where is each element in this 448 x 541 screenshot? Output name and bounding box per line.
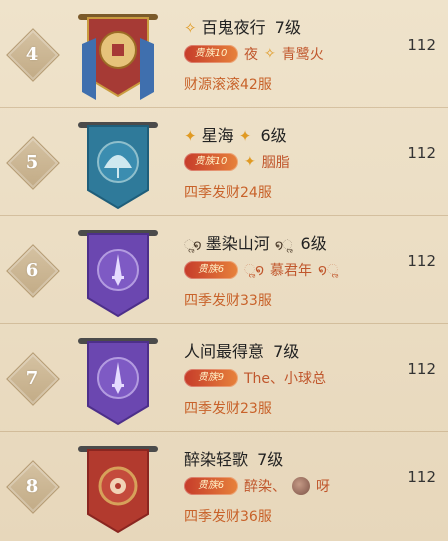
guild-name-line: 人间最得意 7级 — [184, 338, 388, 362]
ranking-row[interactable]: 4 ✧ 百鬼夜行 7级 贵族10 夜 ✧ 青鹭火 财源滚滚42服 112 — [0, 0, 448, 108]
vip-badge: 贵族6 — [184, 261, 238, 279]
guild-name-line: ✧ 百鬼夜行 7级 — [184, 14, 388, 38]
leader-line: 贵族9 The、小球总 — [184, 368, 388, 388]
guild-banner — [74, 332, 162, 428]
guild-level: 7级 — [257, 450, 284, 469]
ranking-row[interactable]: 7 人间最得意 7级 贵族9 The、小球总 四季发财23服 112 — [0, 324, 448, 432]
server-name: 四季发财36服 — [184, 509, 272, 525]
vip-badge: 贵族6 — [184, 477, 238, 495]
ranking-row[interactable]: 5 ✦ 星海 ✦ 6级 贵族10 ✦ 胭脂 四季发财24服 112 — [0, 108, 448, 216]
guild-banner — [74, 224, 162, 320]
guild-banner — [74, 116, 162, 212]
guild-level: 6级 — [300, 234, 327, 253]
guild-name-line: 醉染轻歌 7级 — [184, 446, 388, 470]
swirl-icon: ૢ໑ — [244, 262, 265, 278]
server-name: 四季发财24服 — [184, 185, 272, 201]
guild-name: 星海 — [201, 126, 234, 145]
banner-coin-icon — [78, 14, 158, 100]
ranking-row[interactable]: 6 ૢ໑ 墨染山河 ໑ૢ 6级 贵族6 ૢ໑ 慕君年 ໑ૢ 四季发财33服 11… — [0, 216, 448, 324]
guild-level: 7级 — [273, 342, 300, 361]
cookie-icon — [292, 477, 310, 495]
sparkle-icon: ✦ — [238, 127, 252, 145]
leader-name-tail: 呀 — [316, 479, 330, 495]
score: 112 — [407, 468, 436, 486]
score: 112 — [407, 360, 436, 378]
guild-name-line: ✦ 星海 ✦ 6级 — [184, 122, 388, 146]
leader-line: 贵族6 醉染、 呀 — [184, 476, 388, 496]
swirl-icon: ໑ૢ — [274, 238, 293, 253]
banner-gear-icon — [78, 446, 158, 534]
leader-line: 贵族10 夜 ✧ 青鹭火 — [184, 44, 388, 64]
score: 112 — [407, 252, 436, 270]
swirl-icon: ૢ໑ — [184, 238, 202, 253]
rank-number: 7 — [25, 367, 39, 389]
vip-badge: 贵族9 — [184, 369, 238, 387]
server-name: 四季发财33服 — [184, 293, 272, 309]
sparkle-icon: ✦ — [244, 154, 256, 170]
rank-number: 5 — [25, 151, 39, 173]
ranking-row[interactable]: 8 醉染轻歌 7级 贵族6 醉染、 呀 四季发财36服 112 — [0, 432, 448, 540]
score: 112 — [407, 36, 436, 54]
guild-banner — [74, 440, 162, 536]
score: 112 — [407, 144, 436, 162]
leader-name: The、小球总 — [244, 371, 327, 387]
rank-number: 8 — [25, 475, 39, 497]
guild-level: 6级 — [260, 126, 287, 145]
server-name: 四季发财23服 — [184, 401, 272, 417]
rank-number: 6 — [25, 259, 39, 281]
leader-name: 夜 — [244, 47, 258, 63]
guild-name: 墨染山河 — [205, 234, 270, 253]
vip-badge: 贵族10 — [184, 153, 238, 171]
leader-name: 醉染、 — [244, 479, 286, 495]
guild-level: 7级 — [274, 18, 301, 37]
leader-line: 贵族6 ૢ໑ 慕君年 ໑ૢ — [184, 260, 388, 280]
vip-badge: 贵族10 — [184, 45, 238, 63]
sparkle-icon: ✧ — [184, 19, 197, 37]
swirl-icon: ໑ૢ — [318, 262, 339, 278]
guild-name-line: ૢ໑ 墨染山河 ໑ૢ 6级 — [184, 230, 388, 254]
banner-sword-icon — [78, 230, 158, 318]
guild-name: 百鬼夜行 — [201, 18, 266, 37]
guild-banner — [74, 8, 162, 104]
guild-name: 醉染轻歌 — [184, 450, 249, 469]
sparkle-icon: ✦ — [184, 127, 197, 145]
guild-ranking-list: 4 ✧ 百鬼夜行 7级 贵族10 夜 ✧ 青鹭火 财源滚滚42服 112 5 ✦… — [0, 0, 448, 541]
guild-name: 人间最得意 — [184, 342, 265, 361]
leader-name: 慕君年 — [270, 263, 313, 279]
sparkle-icon: ✧ — [264, 46, 276, 62]
banner-fan-icon — [78, 122, 158, 210]
leader-name-tail: 青鹭火 — [281, 47, 324, 63]
leader-line: 贵族10 ✦ 胭脂 — [184, 152, 388, 172]
server-name: 财源滚滚42服 — [184, 77, 272, 93]
rank-number: 4 — [25, 43, 39, 65]
banner-sword-icon — [78, 338, 158, 426]
leader-name: 胭脂 — [261, 155, 290, 171]
